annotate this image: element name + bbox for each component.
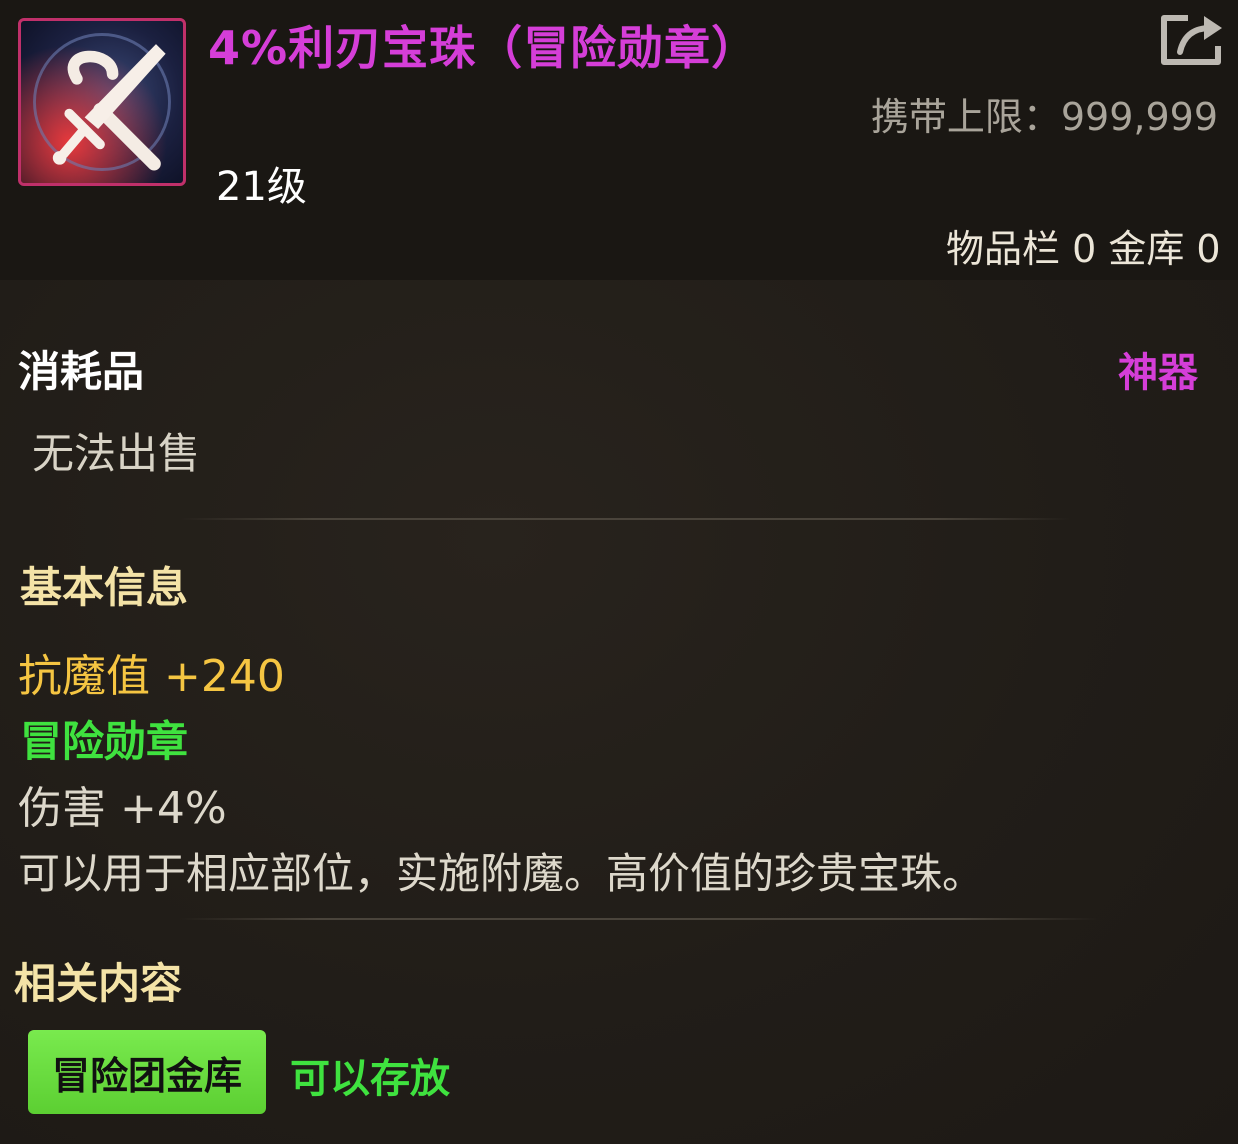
sword-orb-icon bbox=[18, 18, 186, 186]
rarity-label: 神器 bbox=[1118, 350, 1198, 396]
item-title: 4%利刃宝珠（冒险勋章） bbox=[208, 21, 759, 75]
item-level: 21级 bbox=[216, 164, 307, 210]
stat-anti-magic: 抗魔值 +240 bbox=[18, 651, 285, 702]
item-description: 可以用于相应部位，实施附魔。高价值的珍贵宝珠。 bbox=[18, 849, 985, 898]
item-type: 消耗品 bbox=[18, 347, 145, 396]
share-export-icon[interactable] bbox=[1158, 12, 1224, 68]
basic-info-title: 基本信息 bbox=[20, 563, 189, 612]
carry-limit: 携带上限：999,999 bbox=[870, 95, 1218, 139]
medal-label: 冒险勋章 bbox=[20, 717, 189, 766]
adventure-vault-button[interactable]: 冒险团金库 bbox=[28, 1030, 266, 1114]
related-title: 相关内容 bbox=[14, 959, 183, 1008]
trade-restriction: 无法出售 bbox=[32, 429, 201, 478]
stat-damage: 伤害 +4% bbox=[18, 783, 227, 834]
storage-count: 物品栏 0 金库 0 bbox=[946, 227, 1221, 271]
storable-status: 可以存放 bbox=[290, 1056, 450, 1102]
divider bbox=[180, 518, 1070, 520]
divider bbox=[180, 918, 1100, 920]
